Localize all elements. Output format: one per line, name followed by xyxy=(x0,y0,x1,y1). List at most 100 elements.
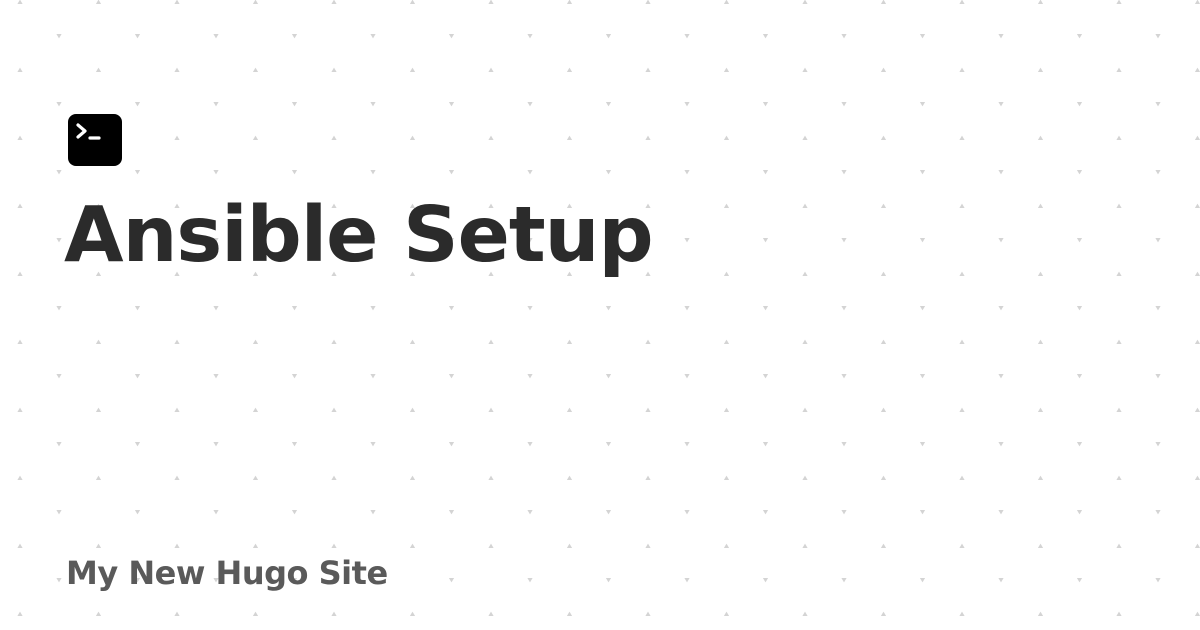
pattern-dot xyxy=(1194,0,1200,4)
pattern-dot xyxy=(1155,170,1161,175)
pattern-dot xyxy=(1155,34,1161,39)
pattern-dot xyxy=(762,578,769,583)
pattern-dot xyxy=(527,374,533,379)
pattern-dot xyxy=(488,407,494,412)
pattern-dot xyxy=(174,339,180,344)
pattern-dot xyxy=(1037,611,1044,616)
pattern-dot xyxy=(527,170,533,175)
pattern-dot xyxy=(880,611,887,616)
pattern-dot xyxy=(723,339,730,344)
pattern-dot xyxy=(448,510,455,515)
pattern-dot xyxy=(370,34,376,39)
pattern-dot xyxy=(95,407,102,412)
pattern-dot xyxy=(841,510,847,515)
pattern-dot xyxy=(370,102,376,107)
pattern-dot xyxy=(1116,135,1122,140)
pattern-dot xyxy=(880,339,887,344)
pattern-dot xyxy=(841,374,847,379)
pattern-dot xyxy=(134,442,141,447)
pattern-dot xyxy=(1194,339,1200,344)
pattern-dot xyxy=(605,34,612,39)
pattern-dot xyxy=(56,170,62,175)
pattern-dot xyxy=(448,170,455,175)
pattern-dot xyxy=(723,611,730,616)
pattern-dot xyxy=(252,135,259,140)
pattern-dot xyxy=(1155,578,1161,583)
pattern-dot xyxy=(134,306,141,311)
pattern-dot xyxy=(17,0,23,4)
pattern-dot xyxy=(527,442,533,447)
page-title: Ansible Setup xyxy=(64,191,654,280)
pattern-dot xyxy=(723,475,730,480)
pattern-dot xyxy=(448,442,455,447)
pattern-dot xyxy=(95,339,102,344)
pattern-dot xyxy=(566,135,573,140)
pattern-dot xyxy=(1076,34,1083,39)
pattern-dot xyxy=(331,67,337,72)
pattern-dot xyxy=(134,34,141,39)
pattern-dot xyxy=(645,0,651,4)
pattern-dot xyxy=(17,203,23,208)
pattern-dot xyxy=(1155,510,1161,515)
pattern-dot xyxy=(331,0,337,4)
pattern-dot xyxy=(645,475,651,480)
pattern-dot xyxy=(370,442,376,447)
pattern-dot xyxy=(213,170,219,175)
pattern-dot xyxy=(684,442,690,447)
pattern-dot xyxy=(684,238,690,243)
pattern-dot xyxy=(998,170,1004,175)
pattern-dot xyxy=(605,102,612,107)
pattern-dot xyxy=(174,135,180,140)
pattern-dot xyxy=(723,407,730,412)
pattern-dot xyxy=(56,442,62,447)
pattern-dot xyxy=(174,407,180,412)
pattern-dot xyxy=(56,306,62,311)
pattern-dot xyxy=(841,238,847,243)
pattern-dot xyxy=(1037,407,1044,412)
pattern-dot xyxy=(409,611,416,616)
pattern-dot xyxy=(291,510,298,515)
pattern-dot xyxy=(291,34,298,39)
pattern-dot xyxy=(998,578,1004,583)
pattern-dot xyxy=(409,543,416,548)
pattern-dot xyxy=(17,135,23,140)
pattern-dot xyxy=(723,271,730,276)
pattern-dot xyxy=(409,407,416,412)
pattern-dot xyxy=(488,611,494,616)
pattern-dot xyxy=(488,339,494,344)
social-card: Ansible Setup My New Hugo Site xyxy=(0,0,1200,630)
pattern-dot xyxy=(762,34,769,39)
pattern-dot xyxy=(291,170,298,175)
pattern-dot xyxy=(291,374,298,379)
pattern-dot xyxy=(723,543,730,548)
pattern-dot xyxy=(919,238,926,243)
pattern-dot xyxy=(919,510,926,515)
pattern-dot xyxy=(56,578,62,583)
pattern-dot xyxy=(919,306,926,311)
pattern-dot xyxy=(331,611,337,616)
pattern-dot xyxy=(684,34,690,39)
pattern-dot xyxy=(802,0,808,4)
pattern-dot xyxy=(880,203,887,208)
pattern-dot xyxy=(1116,0,1122,4)
pattern-dot xyxy=(1076,102,1083,107)
pattern-dot xyxy=(959,475,965,480)
pattern-dot xyxy=(645,135,651,140)
pattern-dot xyxy=(1076,374,1083,379)
pattern-dot xyxy=(919,34,926,39)
pattern-dot xyxy=(331,135,337,140)
pattern-dot xyxy=(880,135,887,140)
pattern-dot xyxy=(802,407,808,412)
pattern-dot xyxy=(213,442,219,447)
pattern-dot xyxy=(762,170,769,175)
pattern-dot xyxy=(488,475,494,480)
pattern-dot xyxy=(841,442,847,447)
pattern-dot xyxy=(95,67,102,72)
pattern-dot xyxy=(213,306,219,311)
pattern-dot xyxy=(370,374,376,379)
pattern-dot xyxy=(409,475,416,480)
pattern-dot xyxy=(409,339,416,344)
pattern-dot xyxy=(488,0,494,4)
pattern-dot xyxy=(959,67,965,72)
pattern-dot xyxy=(448,374,455,379)
